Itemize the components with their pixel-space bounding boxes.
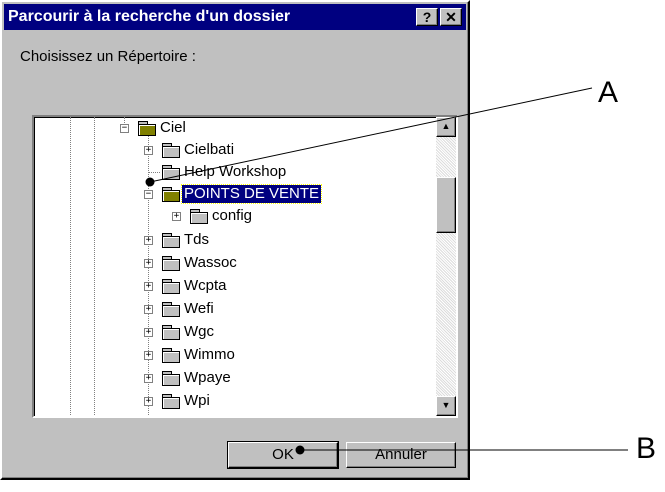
callout-dot-b: [295, 445, 305, 455]
callout-label-a: A: [598, 76, 619, 109]
annotation-lines: [145, 87, 628, 455]
callout-line-a: [149, 87, 593, 183]
callout-label-b: B: [636, 432, 657, 465]
callout-dot-a: [145, 177, 155, 187]
